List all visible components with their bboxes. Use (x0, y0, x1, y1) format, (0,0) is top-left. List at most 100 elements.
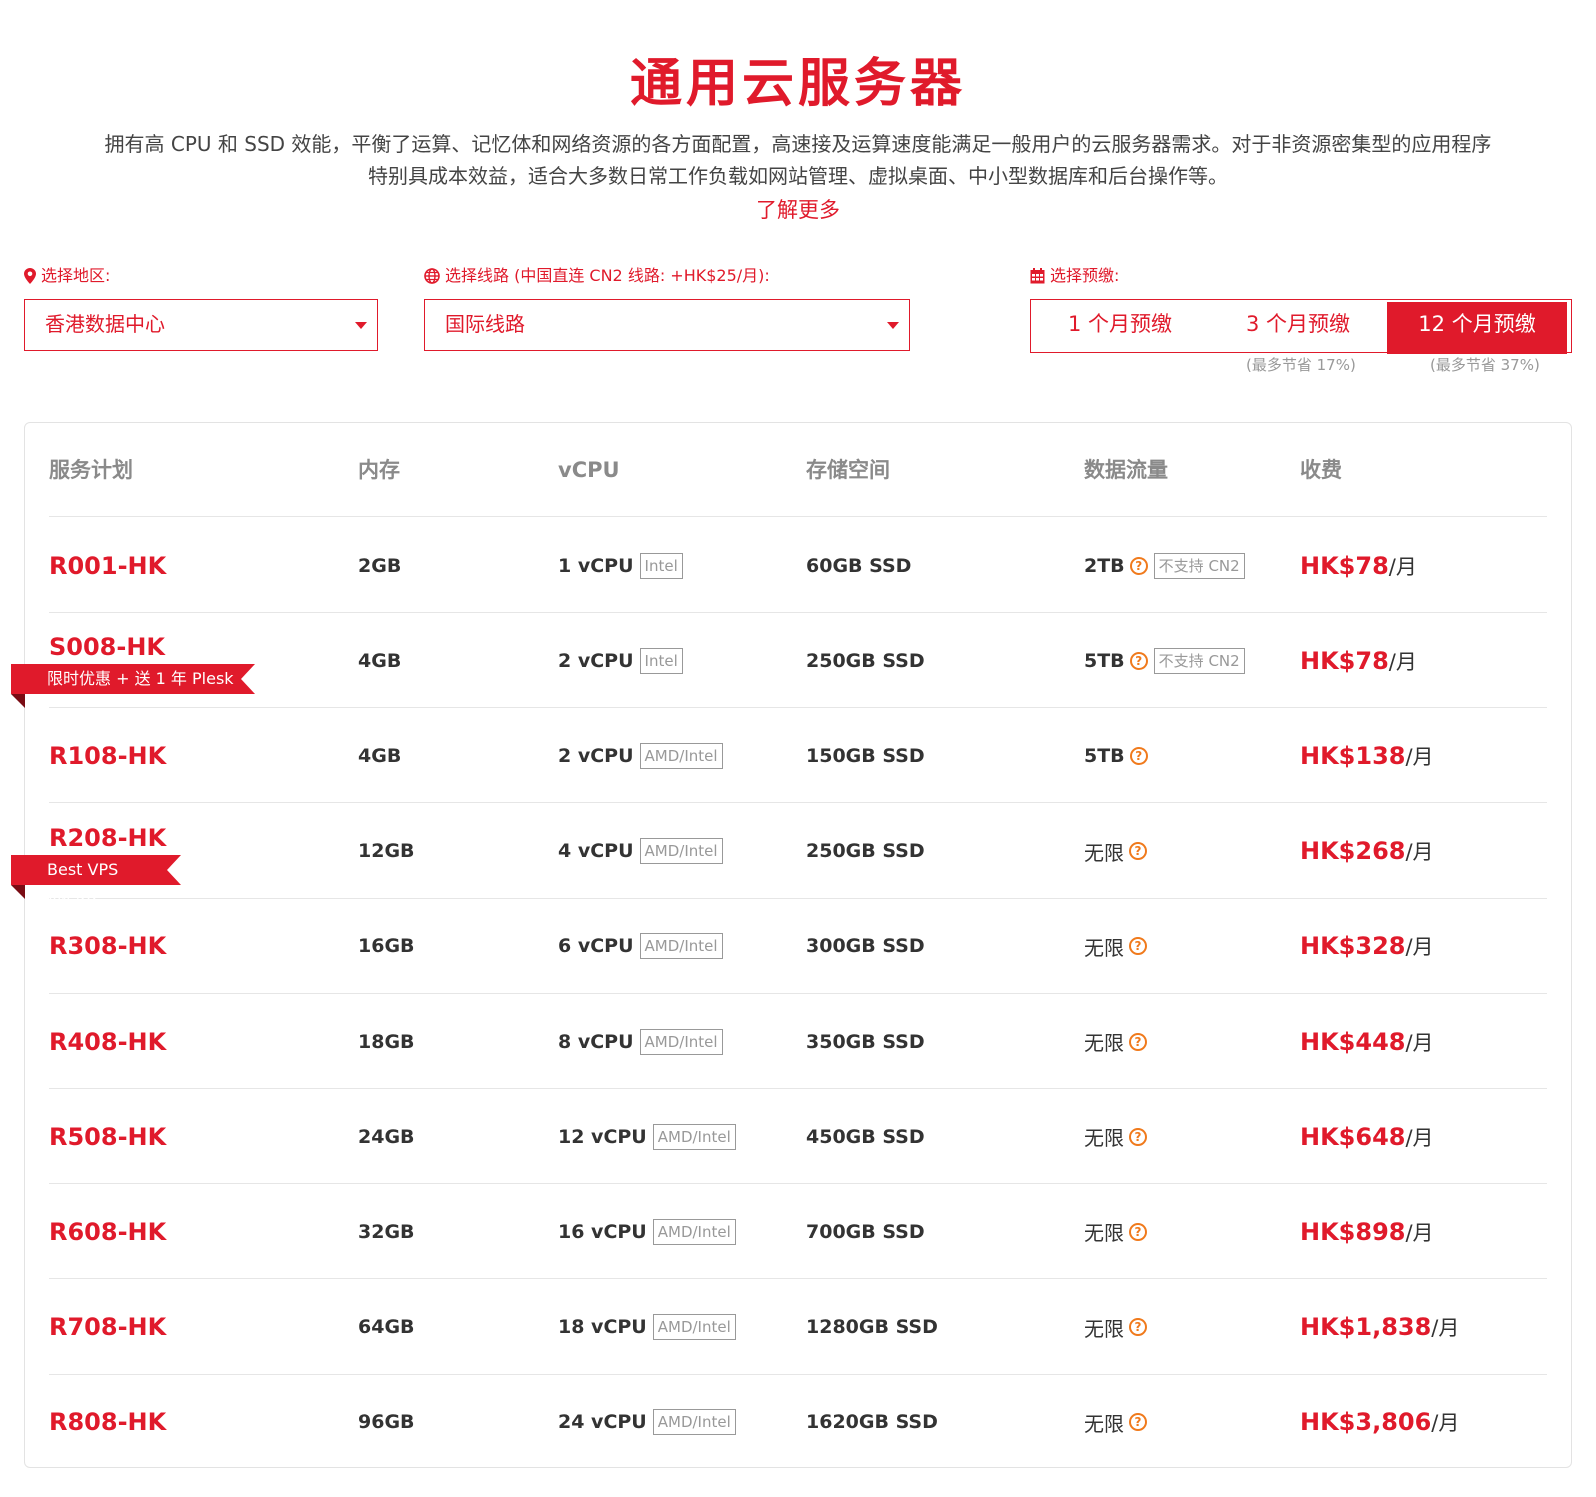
table-row[interactable]: R608-HK 32GB 16 vCPU AMD/Intel 700GB SSD 无限? H… (49, 1184, 1547, 1280)
prepay-option-12-months[interactable]: 12 个月预缴 (1387, 302, 1567, 354)
traffic-value: 5TB (1084, 744, 1125, 767)
vcpu-value: 18 vCPU (558, 1316, 647, 1339)
globe-icon (424, 268, 440, 284)
vcpu-cell: 2 vCPU AMD/Intel (558, 708, 723, 803)
plan-name[interactable]: R808-HK (49, 1375, 166, 1470)
question-circle-icon[interactable]: ? (1129, 1318, 1147, 1337)
per-month-label: /月 (1405, 840, 1434, 865)
question-circle-icon[interactable]: ? (1129, 1032, 1147, 1051)
price-cell: HK$328/月 (1300, 899, 1434, 994)
question-circle-icon[interactable]: ? (1129, 746, 1148, 765)
storage-value: 700GB SSD (806, 1220, 925, 1243)
plan-name[interactable]: R608-HK (49, 1184, 166, 1279)
vcpu-value: 12 vCPU (558, 1125, 647, 1148)
table-row[interactable]: R001-HK 2GB 1 vCPU Intel 60GB SSD 2TB? 不支持 CN2… (49, 518, 1547, 613)
plan-name[interactable]: R108-HK (49, 708, 166, 803)
storage-value: 450GB SSD (806, 1125, 925, 1148)
learn-more-link[interactable]: 了解更多 (0, 194, 1596, 224)
region-select-value: 香港数据中心 (45, 312, 165, 336)
per-month-label: /月 (1405, 1220, 1434, 1245)
vcpu-cell: 4 vCPU AMD/Intel (558, 804, 723, 899)
price-value: HK$78 (1300, 551, 1389, 580)
price-value: HK$898 (1300, 1217, 1406, 1246)
plan-name[interactable]: R508-HK (49, 1089, 166, 1184)
cpu-type-tag: AMD/Intel (652, 1123, 736, 1150)
traffic-value: 无限 (1084, 1316, 1124, 1341)
per-month-label: /月 (1431, 1411, 1460, 1436)
promo-ribbon: Best VPS Award (11, 854, 181, 909)
price-cell: HK$3,806/月 (1300, 1375, 1459, 1470)
prepay-option-1-month[interactable]: 1 个月预缴 (1031, 300, 1209, 352)
plan-name[interactable]: R001-HK (49, 518, 166, 613)
question-circle-icon[interactable]: ? (1129, 556, 1148, 575)
memory-value: 96GB (358, 1411, 415, 1434)
region-select[interactable]: 香港数据中心 (24, 299, 378, 351)
plan-name[interactable]: R408-HK (49, 994, 166, 1089)
question-circle-icon[interactable]: ? (1129, 1127, 1147, 1146)
vcpu-cell: 2 vCPU Intel (558, 613, 683, 708)
table-row[interactable]: R808-HK 96GB 24 vCPU AMD/Intel 1620GB SSD 无限?… (49, 1375, 1547, 1470)
region-label-text: 选择地区: (41, 266, 111, 285)
traffic-cell: 无限? (1084, 1280, 1147, 1375)
cn2-unsupported-tag: 不支持 CN2 (1153, 552, 1245, 579)
cpu-type-tag: AMD/Intel (652, 1409, 736, 1436)
question-circle-icon[interactable]: ? (1129, 842, 1147, 861)
traffic-cell: 5TB? (1084, 708, 1148, 803)
memory-value: 24GB (358, 1125, 415, 1148)
memory-value: 4GB (358, 649, 402, 672)
prepay-label: 选择预缴: (1030, 266, 1119, 286)
price-cell: HK$268/月 (1300, 804, 1434, 899)
vcpu-value: 2 vCPU (558, 649, 634, 672)
cpu-type-tag: AMD/Intel (639, 742, 723, 769)
table-row[interactable]: S008-HK 4GB 2 vCPU Intel 250GB SSD 5TB? 不支持 CN… (49, 613, 1547, 709)
traffic-value: 无限 (1084, 1031, 1124, 1055)
save-note-12-months: (最多节省 37%) (1430, 356, 1540, 374)
price-cell: HK$78/月 (1300, 518, 1417, 613)
table-row[interactable]: R408-HK 18GB 8 vCPU AMD/Intel 350GB SSD 无限? HK… (49, 994, 1547, 1089)
traffic-value: 无限 (1084, 1126, 1124, 1151)
traffic-cell: 无限? (1084, 994, 1147, 1089)
vcpu-cell: 8 vCPU AMD/Intel (558, 994, 723, 1089)
header-price: 收费 (1300, 458, 1342, 482)
cpu-type-tag: Intel (639, 552, 683, 579)
route-label: 选择线路 (中国直连 CN2 线路: +HK$25/月): (424, 266, 770, 286)
price-value: HK$448 (1300, 1027, 1406, 1056)
storage-value: 60GB SSD (806, 554, 912, 577)
vcpu-cell: 18 vCPU AMD/Intel (558, 1280, 736, 1375)
cpu-type-tag: AMD/Intel (652, 1314, 736, 1341)
memory-value: 12GB (358, 840, 415, 863)
per-month-label: /月 (1405, 1030, 1434, 1055)
traffic-cell: 无限? (1084, 899, 1147, 994)
route-select[interactable]: 国际线路 (424, 299, 910, 351)
price-value: HK$78 (1300, 646, 1389, 675)
table-row[interactable]: R708-HK 64GB 18 vCPU AMD/Intel 1280GB SSD 无限?… (49, 1280, 1547, 1375)
promo-ribbon: 限时优惠 + 送 1 年 Plesk (11, 664, 255, 709)
route-label-text: 选择线路 (中国直连 CN2 线路: +HK$25/月): (445, 266, 770, 285)
question-circle-icon[interactable]: ? (1129, 1413, 1147, 1432)
vcpu-value: 6 vCPU (558, 935, 634, 958)
vcpu-cell: 6 vCPU AMD/Intel (558, 899, 723, 994)
table-row[interactable]: R508-HK 24GB 12 vCPU AMD/Intel 450GB SSD 无限? H… (49, 1089, 1547, 1185)
plan-name[interactable]: R708-HK (49, 1280, 166, 1375)
prepay-selector: 1 个月预缴 3 个月预缴 12 个月预缴 (1030, 299, 1572, 354)
prepay-option-3-months[interactable]: 3 个月预缴 (1209, 300, 1387, 352)
table-row[interactable]: R308-HK 16GB 6 vCPU AMD/Intel 300GB SSD 无限? HK… (49, 899, 1547, 994)
page-title: 通用云服务器 (629, 54, 966, 114)
memory-value: 32GB (358, 1220, 415, 1243)
vcpu-cell: 1 vCPU Intel (558, 518, 683, 613)
memory-value: 2GB (358, 554, 402, 577)
question-circle-icon[interactable]: ? (1129, 937, 1147, 956)
question-circle-icon[interactable]: ? (1129, 651, 1148, 670)
price-value: HK$648 (1300, 1122, 1406, 1151)
table-row[interactable]: R208-HK 12GB 4 vCPU AMD/Intel 250GB SSD 无限? HK… (49, 804, 1547, 899)
per-month-label: /月 (1388, 554, 1417, 579)
vcpu-value: 16 vCPU (558, 1220, 647, 1243)
price-cell: HK$448/月 (1300, 994, 1434, 1089)
price-value: HK$328 (1300, 932, 1406, 961)
ribbon-notch (241, 664, 255, 695)
price-value: HK$268 (1300, 837, 1406, 866)
question-circle-icon[interactable]: ? (1129, 1222, 1147, 1241)
per-month-label: /月 (1405, 935, 1434, 960)
cpu-type-tag: AMD/Intel (652, 1218, 736, 1245)
table-row[interactable]: R108-HK 4GB 2 vCPU AMD/Intel 150GB SSD 5TB? HK… (49, 708, 1547, 804)
